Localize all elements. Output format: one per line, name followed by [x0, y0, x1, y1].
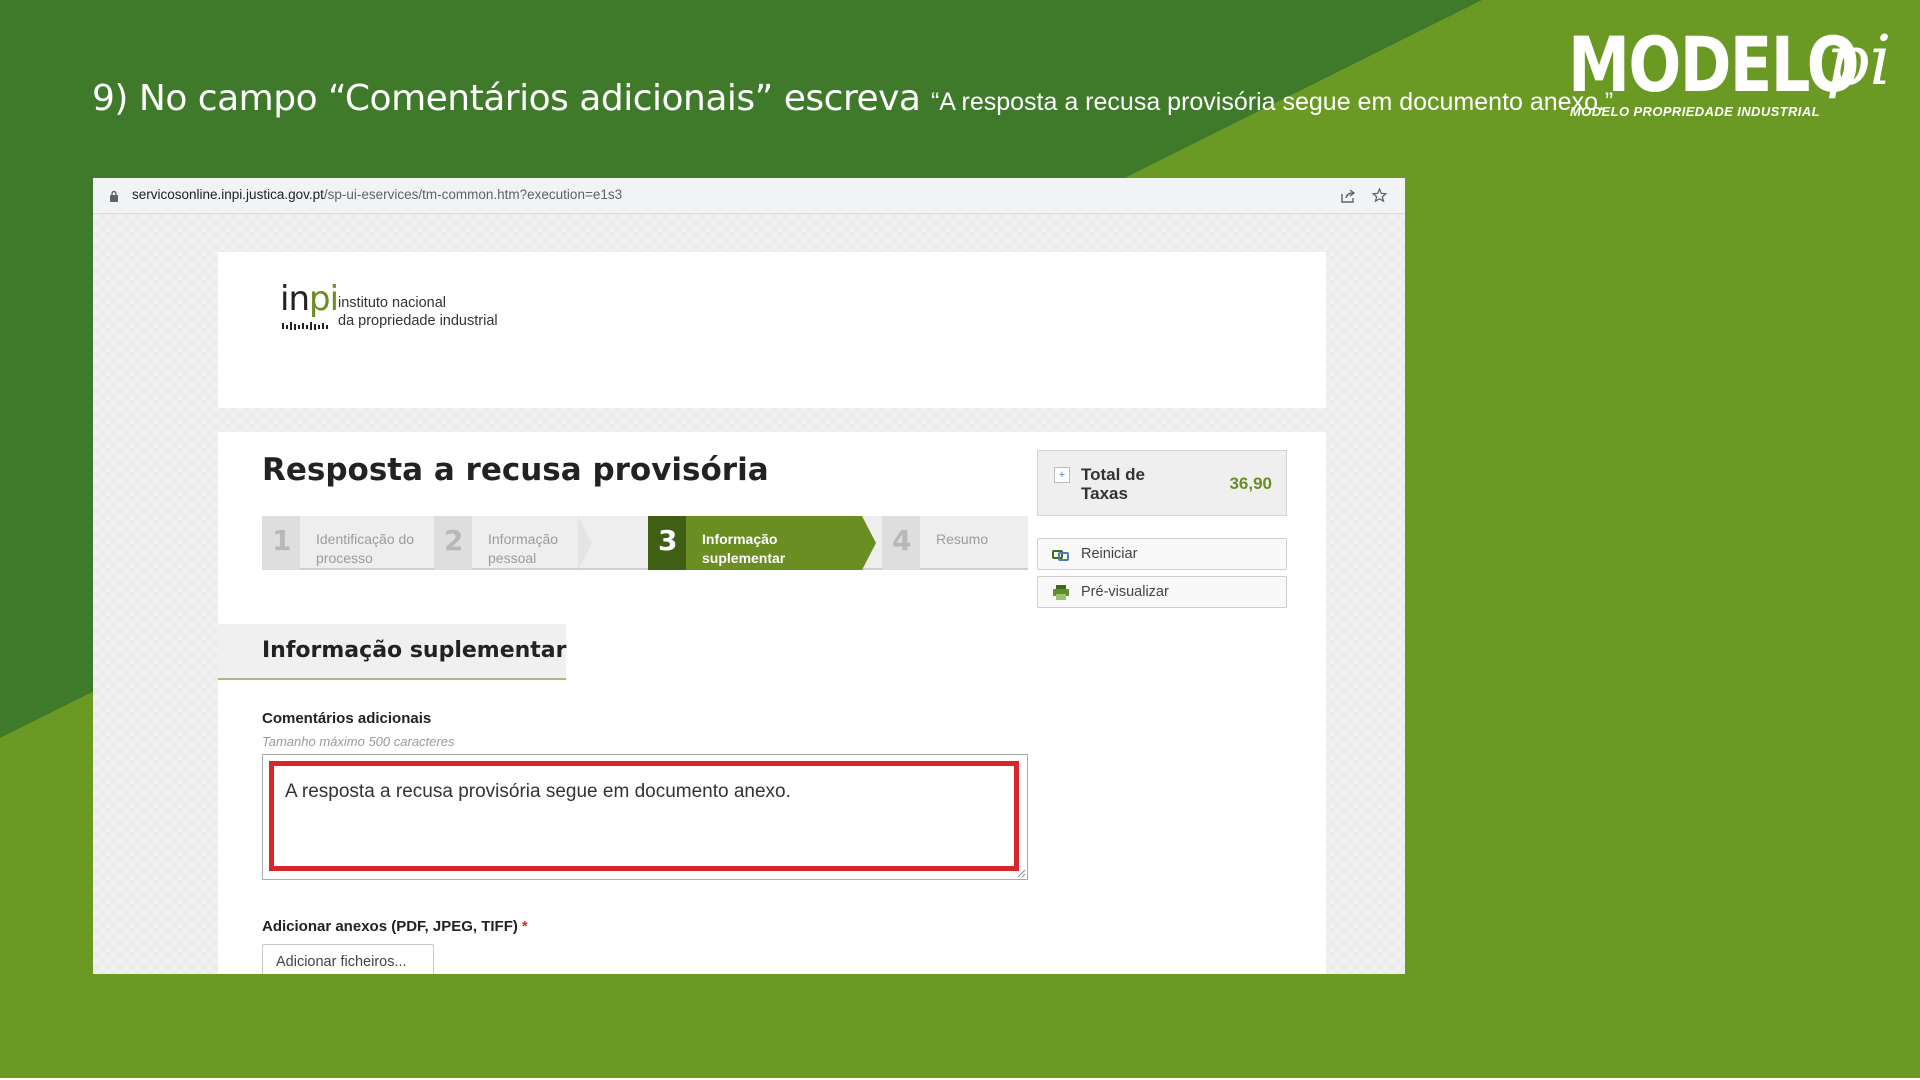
step-label-line1: Informação — [488, 531, 559, 547]
fees-total-label-line2: Taxas — [1081, 484, 1128, 503]
fees-total-label-line1: Total de — [1081, 465, 1145, 484]
printer-icon — [1053, 585, 1069, 600]
logo-pi: pi — [1826, 22, 1892, 101]
restart-label: Reiniciar — [1081, 546, 1138, 562]
inpi-logo[interactable]: inpi instituto nacional da propriedade i… — [280, 282, 520, 338]
url-path: /sp-ui-eservices/tm-common.htm?execution… — [323, 187, 623, 202]
modelo-pi-logo: MODELO pi MODELO PROPRIEDADE INDUSTRIAL — [1568, 24, 1908, 124]
restart-button[interactable]: Reiniciar — [1037, 538, 1287, 570]
expand-plus-icon[interactable]: + — [1054, 467, 1070, 483]
comments-label: Comentários adicionais — [262, 710, 432, 727]
step-label-line2: processo — [316, 550, 373, 566]
share-icon[interactable] — [1340, 188, 1356, 204]
step-label-line2: suplementar — [702, 550, 786, 566]
attachments-label-text: Adicionar anexos (PDF, JPEG, TIFF) — [262, 918, 518, 935]
url-host: servicosonline.inpi.justica.gov.pt — [132, 187, 324, 202]
step-label: Identificação do processo — [316, 530, 414, 568]
step-label-line1: Informação — [702, 531, 778, 547]
step-arrow — [578, 516, 592, 570]
step-label-line2: pessoal — [488, 550, 537, 566]
inpi-name: instituto nacional da propriedade indust… — [338, 294, 498, 330]
restart-icon — [1052, 550, 1069, 561]
step-number: 2 — [444, 524, 464, 557]
star-icon[interactable] — [1371, 187, 1388, 204]
form-card: Resposta a recusa provisória 1 Identific… — [218, 432, 1326, 974]
step-label: Resumo — [936, 531, 989, 547]
page-background: inpi instituto nacional da propriedade i… — [93, 214, 1405, 974]
lock-icon — [110, 190, 118, 202]
step-label: Informação suplementar — [702, 530, 785, 568]
step-2[interactable]: 2 Informação pessoal — [434, 516, 592, 570]
add-files-label: Adicionar ficheiros... — [276, 954, 407, 970]
step-1[interactable]: 1 Identificação do processo — [262, 516, 448, 570]
logo-wordmark: MODELO — [1568, 20, 1860, 109]
instruction-text: 9) No campo “Comentários adicionais” esc… — [92, 78, 921, 119]
wizard-steps: 1 Identificação do processo 2 Informação p… — [262, 516, 1028, 570]
fees-total-value: 36,90 — [1229, 474, 1272, 493]
red-highlight-frame — [269, 761, 1019, 871]
step-4[interactable]: 4 Resumo — [882, 516, 1028, 570]
step-label: Informação pessoal — [488, 530, 558, 568]
inpi-mark-pi: pi — [309, 279, 339, 319]
page-title: Resposta a recusa provisória — [262, 452, 769, 488]
inpi-name-line1: instituto nacional — [338, 295, 447, 311]
inpi-mark: inpi — [280, 279, 339, 319]
instruction-quote: “A resposta a recusa provisória segue em… — [930, 88, 1614, 116]
browser-screenshot: servicosonline.inpi.justica.gov.pt/sp-ui… — [93, 178, 1405, 974]
barcode-icon — [282, 322, 328, 330]
step-label-line1: Identificação do — [316, 531, 415, 547]
step-number: 3 — [658, 524, 678, 557]
step-3[interactable]: 3 Informação suplementar — [648, 516, 876, 570]
step-number: 4 — [892, 524, 912, 557]
comments-hint: Tamanho máximo 500 caracteres — [262, 734, 455, 749]
fees-total-box: + Total de Taxas 36,90 — [1037, 450, 1287, 516]
address-bar[interactable]: servicosonline.inpi.justica.gov.pt/sp-ui… — [93, 178, 1405, 214]
section-header: Informação suplementar — [218, 624, 567, 680]
required-asterisk: * — [521, 918, 528, 935]
resize-grip-icon[interactable] — [1017, 869, 1026, 878]
url-text[interactable]: servicosonline.inpi.justica.gov.pt/sp-ui… — [132, 187, 622, 202]
section-title: Informação suplementar — [262, 638, 567, 663]
preview-label: Pré-visualizar — [1081, 584, 1169, 600]
slide-instruction: 9) No campo “Comentários adicionais” esc… — [92, 78, 1613, 119]
step-arrow — [862, 516, 876, 570]
add-files-button[interactable]: Adicionar ficheiros... — [262, 944, 434, 974]
fees-total-label: Total de Taxas — [1081, 465, 1145, 503]
comments-textarea[interactable]: A resposta a recusa provisória segue em … — [262, 754, 1028, 880]
logo-tagline: MODELO PROPRIEDADE INDUSTRIAL — [1570, 104, 1820, 119]
inpi-mark-in: in — [280, 279, 310, 319]
attachments-label: Adicionar anexos (PDF, JPEG, TIFF) * — [262, 918, 528, 935]
inpi-name-line2: da propriedade industrial — [338, 313, 498, 329]
site-header: inpi instituto nacional da propriedade i… — [218, 252, 1326, 408]
comments-value: A resposta a recusa provisória segue em … — [285, 781, 791, 802]
preview-button[interactable]: Pré-visualizar — [1037, 576, 1287, 608]
step-number: 1 — [272, 524, 292, 557]
